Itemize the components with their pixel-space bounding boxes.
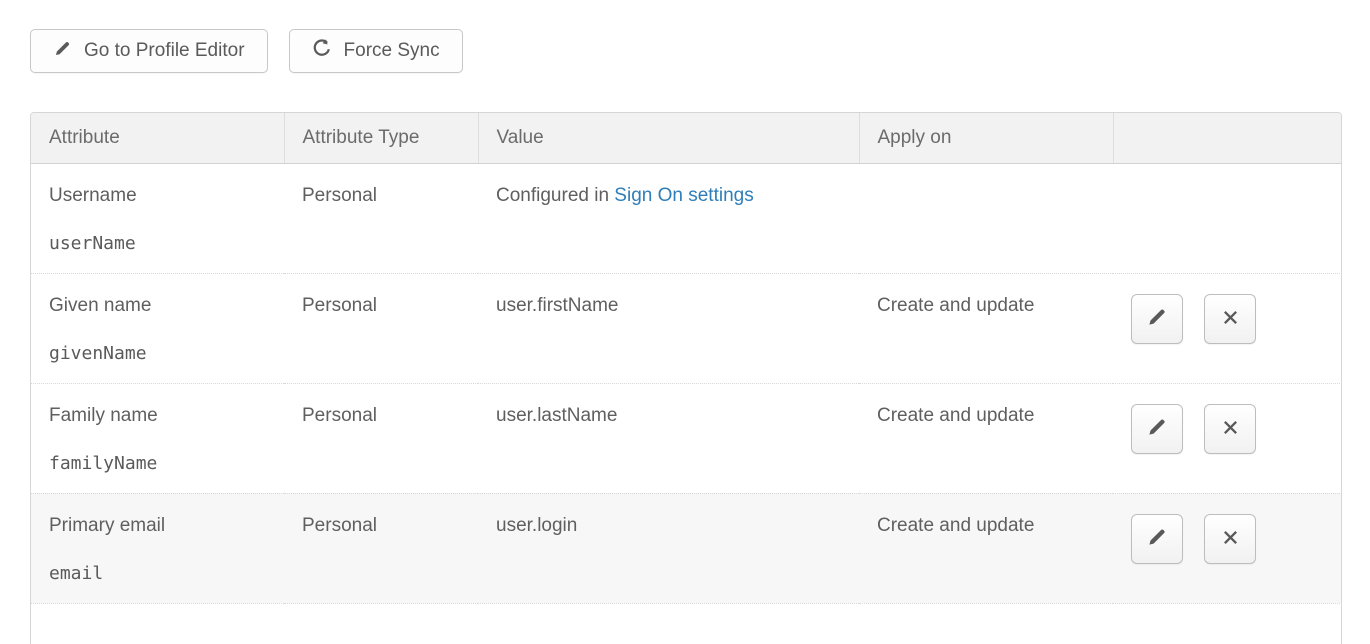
value-text: user.firstName (496, 295, 618, 316)
table-row-partial (31, 603, 1342, 644)
header-value: Value (478, 113, 859, 163)
attributes-table-body: Username userName Personal Configured in… (31, 163, 1342, 644)
delete-attribute-button[interactable] (1204, 514, 1256, 564)
header-apply-on: Apply on (859, 113, 1113, 163)
delete-attribute-button[interactable] (1204, 404, 1256, 454)
attribute-label: Username (49, 184, 266, 208)
value-text: user.lastName (496, 405, 617, 426)
table-header: Attribute Attribute Type Value Apply on (31, 113, 1342, 163)
close-icon (1220, 527, 1241, 551)
attribute-cell: Family name familyName (31, 383, 284, 493)
edit-attribute-button[interactable] (1131, 514, 1183, 564)
value-text: user.login (496, 515, 577, 536)
attribute-variable: familyName (49, 452, 266, 476)
actions-cell (1113, 273, 1342, 383)
attribute-label: Given name (49, 294, 266, 318)
refresh-icon (312, 38, 332, 64)
value-cell: user.firstName (478, 273, 859, 383)
apply-on-cell (859, 163, 1113, 273)
row-actions (1131, 514, 1324, 564)
header-actions (1113, 113, 1342, 163)
close-icon (1220, 307, 1241, 331)
attributes-table: Attribute Attribute Type Value Apply on … (30, 112, 1342, 644)
attribute-variable: givenName (49, 342, 266, 366)
delete-attribute-button[interactable] (1204, 294, 1256, 344)
value-cell: Configured in Sign On settings (478, 163, 859, 273)
attribute-type-cell: Personal (284, 163, 478, 273)
attribute-type-cell: Personal (284, 383, 478, 493)
value-text: Configured in (496, 185, 614, 206)
force-sync-button[interactable]: Force Sync (289, 29, 463, 73)
sign-on-settings-link[interactable]: Sign On settings (614, 185, 753, 206)
attribute-cell: Given name givenName (31, 273, 284, 383)
table-row: Primary email email Personal user.login … (31, 493, 1342, 603)
row-actions (1131, 404, 1324, 454)
page: Go to Profile Editor Force Sync Attribut… (0, 0, 1370, 644)
apply-on-cell: Create and update (859, 493, 1113, 603)
value-cell: user.login (478, 493, 859, 603)
apply-on-cell: Create and update (859, 383, 1113, 493)
apply-on-text: Create and update (877, 294, 1095, 318)
header-attribute: Attribute (31, 113, 284, 163)
attribute-cell: Primary email email (31, 493, 284, 603)
attribute-label: Primary email (49, 514, 266, 538)
attribute-variable: email (49, 562, 266, 586)
table-row: Username userName Personal Configured in… (31, 163, 1342, 273)
pencil-icon (1146, 526, 1168, 551)
apply-on-text: Create and update (877, 404, 1095, 428)
table-row: Given name givenName Personal user.first… (31, 273, 1342, 383)
actions-cell (1113, 383, 1342, 493)
pencil-icon (1146, 416, 1168, 441)
apply-on-cell: Create and update (859, 273, 1113, 383)
attribute-cell: Username userName (31, 163, 284, 273)
attribute-variable: userName (49, 232, 266, 256)
close-icon (1220, 417, 1241, 441)
attribute-type: Personal (302, 404, 460, 428)
header-attribute-type: Attribute Type (284, 113, 478, 163)
go-to-profile-editor-button[interactable]: Go to Profile Editor (30, 29, 268, 73)
edit-attribute-button[interactable] (1131, 294, 1183, 344)
pencil-icon (53, 39, 72, 64)
attribute-type: Personal (302, 514, 460, 538)
go-to-profile-editor-label: Go to Profile Editor (84, 40, 245, 62)
value-cell: user.lastName (478, 383, 859, 493)
attribute-type-cell: Personal (284, 493, 478, 603)
pencil-icon (1146, 306, 1168, 331)
actions-cell (1113, 163, 1342, 273)
attribute-type: Personal (302, 184, 460, 208)
attribute-label: Family name (49, 404, 266, 428)
apply-on-text: Create and update (877, 514, 1095, 538)
table-row: Family name familyName Personal user.las… (31, 383, 1342, 493)
edit-attribute-button[interactable] (1131, 404, 1183, 454)
actions-cell (1113, 493, 1342, 603)
row-actions (1131, 294, 1324, 344)
toolbar: Go to Profile Editor Force Sync (30, 29, 1370, 73)
attribute-type-cell: Personal (284, 273, 478, 383)
attribute-type: Personal (302, 294, 460, 318)
force-sync-label: Force Sync (344, 40, 440, 62)
